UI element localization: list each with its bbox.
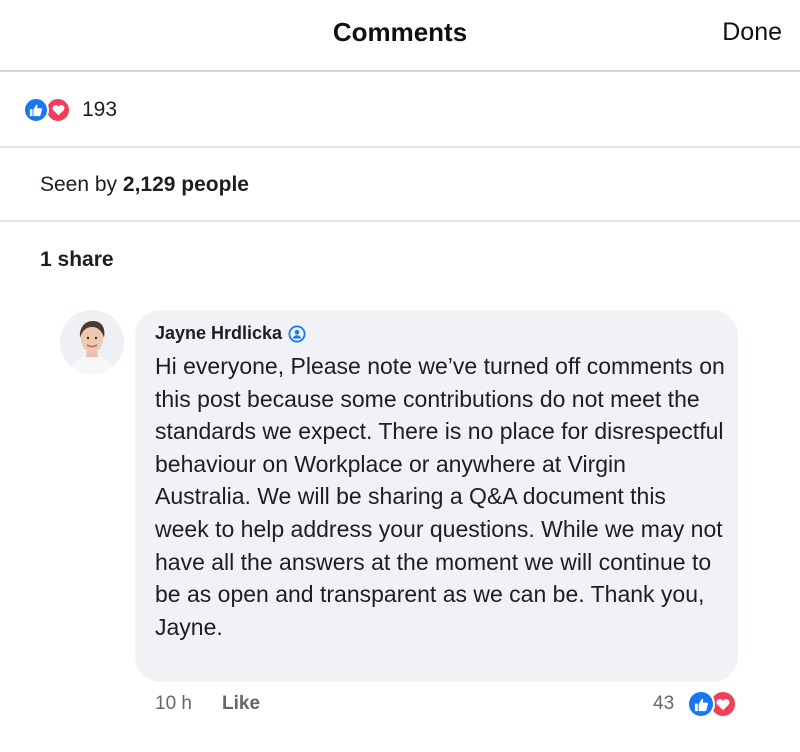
avatar[interactable] — [60, 310, 124, 374]
comment-author: Jayne Hrdlicka — [155, 323, 306, 344]
seen-by-row[interactable]: Seen by 2,129 people — [0, 148, 800, 222]
admin-badge-icon — [288, 325, 306, 343]
share-count[interactable]: 1 share — [40, 248, 114, 272]
done-button[interactable]: Done — [722, 18, 782, 47]
reaction-icons — [23, 97, 77, 123]
seen-by-text: Seen by 2,129 people — [40, 173, 249, 197]
reaction-count: 193 — [82, 98, 118, 121]
comment-text: Hi everyone, Please note we’ve turned of… — [155, 353, 725, 640]
comment-reaction-count[interactable]: 43 — [653, 693, 674, 715]
like-button[interactable]: Like — [222, 693, 260, 715]
post-reactions-summary[interactable]: 193 — [0, 72, 800, 148]
comment-bubble: Jayne Hrdlicka Hi everyone, Please note … — [135, 310, 738, 682]
comment-timestamp: 10 h — [155, 693, 192, 714]
seen-by-prefix: Seen by — [40, 173, 118, 196]
author-name[interactable]: Jayne Hrdlicka — [155, 323, 282, 344]
page-title: Comments — [332, 17, 468, 47]
like-icon — [687, 690, 715, 718]
comment-reaction-icons[interactable] — [687, 690, 743, 718]
seen-by-count: 2,129 people — [122, 173, 249, 196]
comments-header: Comments Done — [0, 0, 800, 72]
like-icon — [23, 97, 49, 123]
